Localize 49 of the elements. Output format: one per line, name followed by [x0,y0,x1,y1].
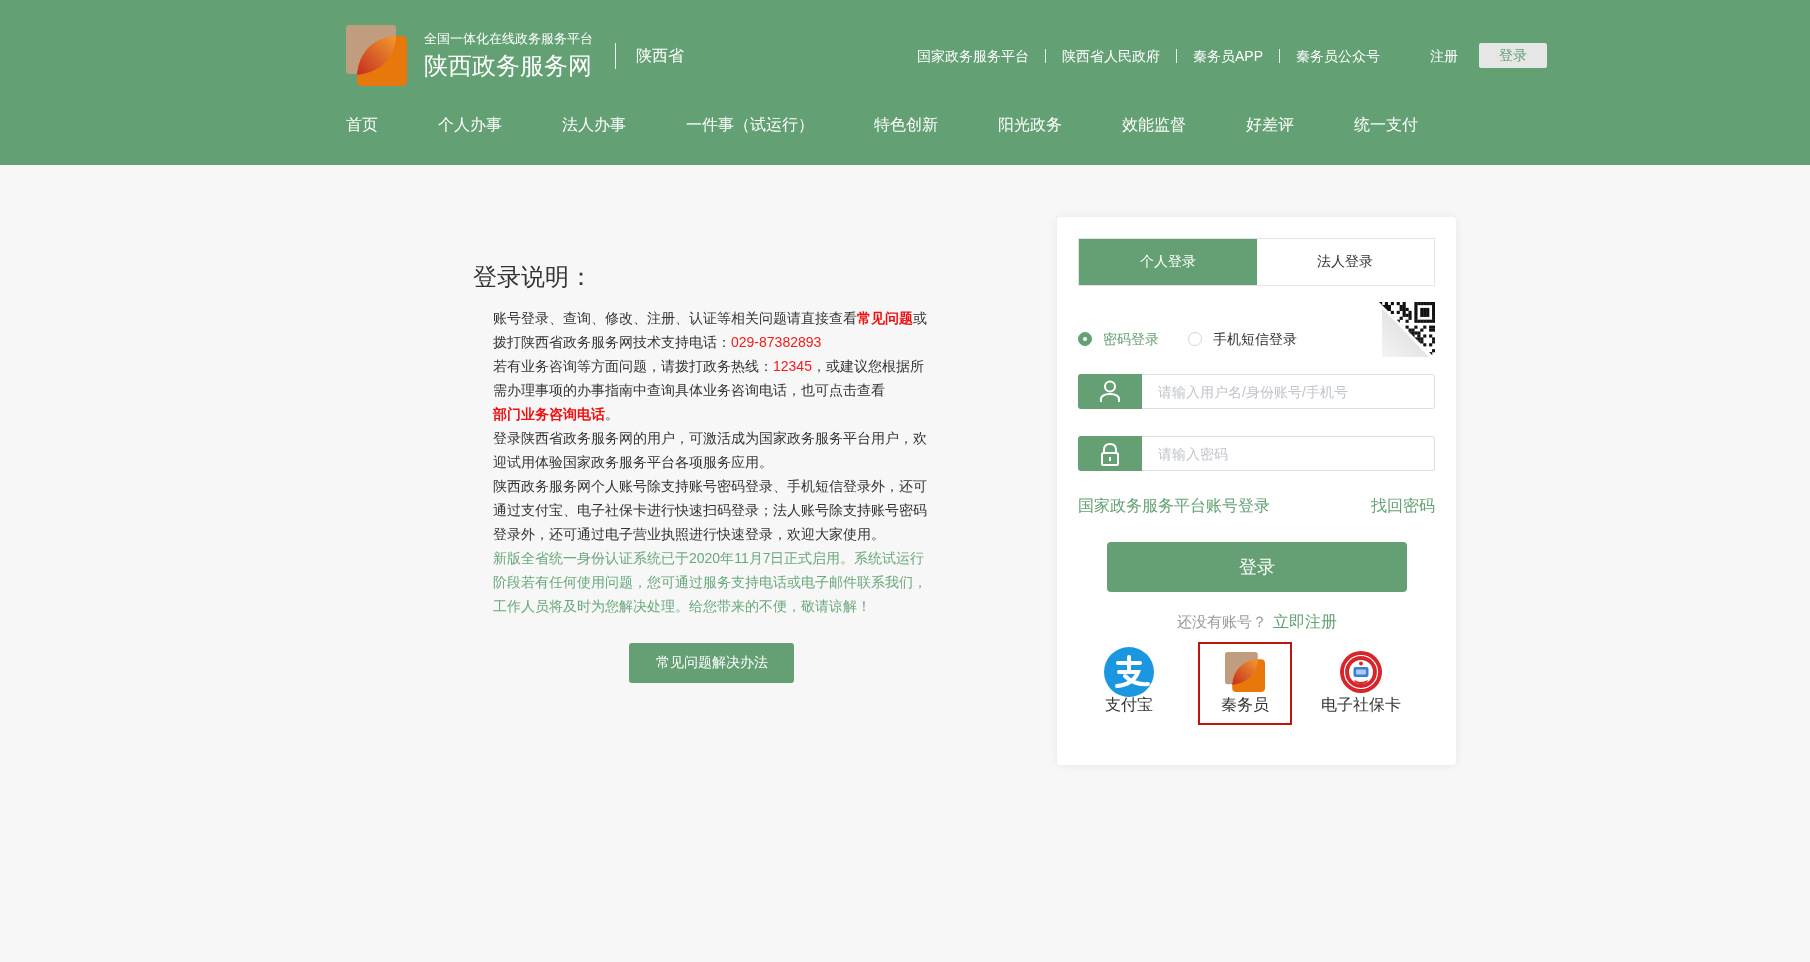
signup-prompt: 还没有账号？ [1176,612,1267,632]
login-mode-option[interactable]: 手机短信登录 [1188,330,1297,348]
site-logo-icon[interactable] [346,25,407,86]
text-link[interactable]: 国家政务服务平台账号登录 [1078,495,1270,517]
radio-button[interactable] [1078,332,1092,346]
nav-item[interactable]: 特色创新 [874,105,938,145]
badge-emblem-icon [1340,651,1382,693]
region-label[interactable]: 陕西省 [615,42,684,69]
login-mode-option[interactable]: 密码登录 [1078,330,1159,348]
qr-code-icon[interactable] [1379,302,1435,358]
nav-item[interactable]: 好差评 [1246,105,1294,145]
logo-subtitle: 全国一体化在线政务服务平台 [424,30,593,47]
intro-paragraph: 新版全省统一身份认证系统已于2020年11月7日正式启用。系统试运行阶段若有任何使用问题，您可通过服务支持电话或电子邮件联系我们，工作人员将及时为您解决处理。给您带来的不便，敬请谅解！ [493,549,928,616]
app-logo-icon [1225,652,1265,692]
nav-item[interactable]: 阳光政务 [998,105,1062,145]
login-submit-button[interactable]: 登录 [1106,542,1407,592]
logo-title: 陕西政务服务网 [424,50,593,81]
intro-paragraph: 账号登录、查询、修改、注册、认证等相关问题请直接查看常见问题或拨打陕西省政务服务网技术支持电话：029-87382893 [493,309,928,352]
password-field[interactable]: 请输入密码 [1142,436,1435,471]
login-button[interactable]: 登录 [1479,43,1547,68]
user-icon [1078,374,1142,409]
login-tab[interactable]: 个人登录 [1079,239,1257,285]
signup-link[interactable]: 立即注册 [1272,612,1337,632]
intro-paragraph: 若有业务咨询等方面问题，请拨打政务热线：12345，或建议您根据所需办理事项的办事指南中查询具体业务咨询电话，也可点击查看 部门业务咨询电话。 [493,357,925,424]
intro-paragraph: 登录陕西省政务服务网的用户，可激活成为国家政务服务平台用户，欢迎试用体验国家政务服务平台各项服务应用。 [493,429,928,472]
register-link[interactable]: 注册 [1430,46,1458,65]
top-link[interactable]: 国家政务服务平台 [917,48,1045,63]
inline-link[interactable]: 常见问题 [857,310,913,326]
lock-icon [1078,436,1142,471]
payment-logo-icon [1104,647,1154,697]
third-party-login-option[interactable]: 电子社保卡 [1314,642,1408,725]
intro-paragraph: 陕西政务服务网个人账号除支持账号密码登录、手机短信登录外，还可通过支付宝、电子社保卡进行快速扫码登录；法人账号除支持账号密码登录外，还可通过电子营业执照进行快速登录，欢迎大家使用。 [493,477,928,544]
inline-link[interactable]: 部门业务咨询电话 [493,406,605,422]
nav-item[interactable]: 法人办事 [562,105,626,145]
nav-item[interactable]: 首页 [346,105,378,145]
radio-button[interactable] [1188,332,1202,346]
nav-item[interactable]: 一件事（试运行） [686,105,814,145]
nav-item[interactable]: 个人办事 [438,105,502,145]
intro-title: 登录说明： [473,262,594,292]
third-party-login-option[interactable]: 支付宝 [1082,642,1176,725]
top-link[interactable]: 秦务员公众号 [1279,48,1396,63]
third-party-login-option[interactable]: 秦务员 [1198,642,1292,725]
nav-item[interactable]: 效能监督 [1122,105,1186,145]
nav-item[interactable]: 统一支付 [1354,105,1418,145]
username-field[interactable]: 请输入用户名/身份账号/手机号 [1142,374,1435,409]
top-link[interactable]: 秦务员APP [1176,48,1279,63]
top-link[interactable]: 陕西省人民政府 [1045,48,1176,63]
text-link[interactable]: 找回密码 [1371,495,1435,517]
faq-button[interactable]: 常见问题解决办法 [629,643,794,683]
